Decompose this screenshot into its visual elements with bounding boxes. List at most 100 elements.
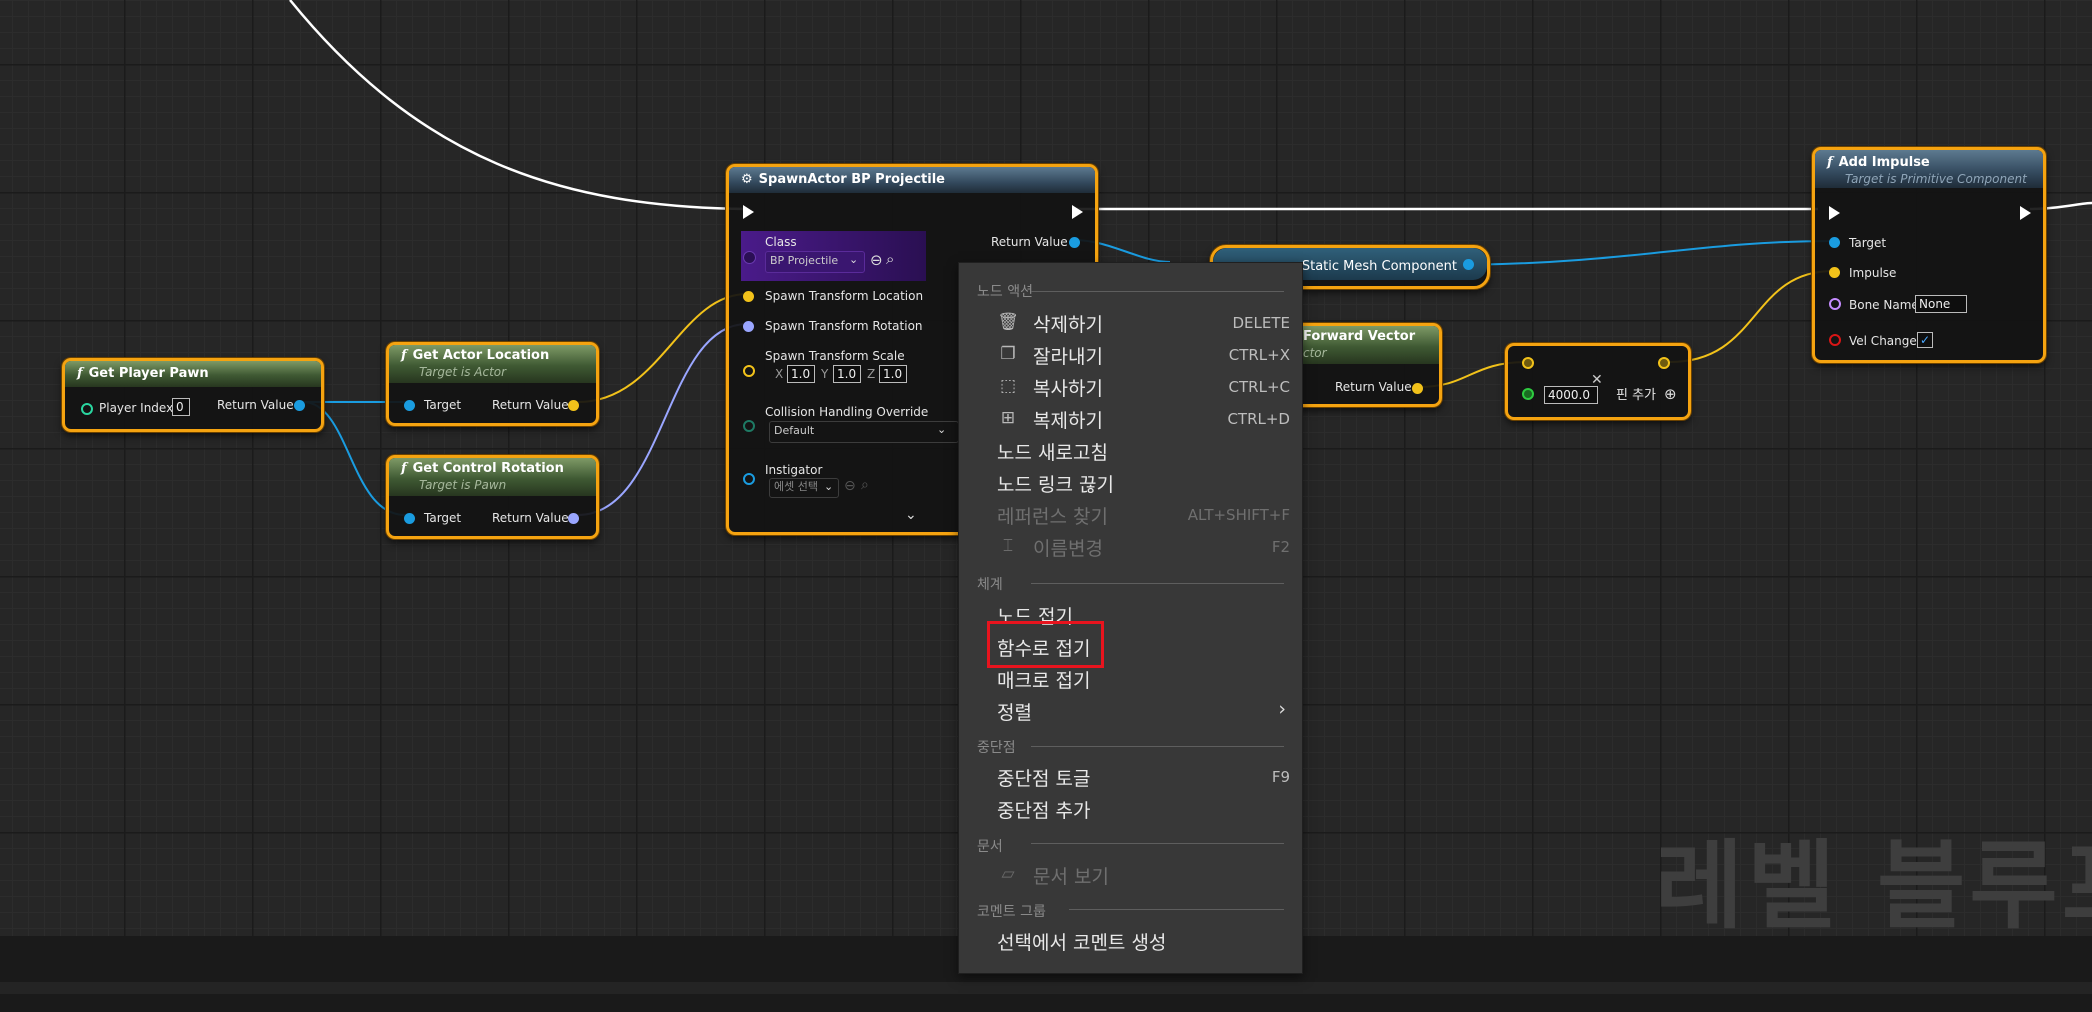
player-index-input[interactable]: 0 [172, 398, 190, 416]
multiply-output-pin[interactable] [1658, 357, 1670, 369]
node-title: Add Impulse [1838, 155, 1930, 170]
add-pin-label[interactable]: 핀 추가 [1616, 389, 1656, 403]
return-value-label: Return Value [217, 398, 294, 412]
section-node-actions: 노드 액션 [977, 284, 1033, 300]
bone-name-label: Bone Name [1849, 298, 1919, 312]
wire-location-to-spawn [577, 293, 748, 403]
node-subtitle: ctor [1303, 346, 1327, 360]
impulse-label: Impulse [1849, 266, 1897, 280]
return-value-label: Return Value [1335, 380, 1412, 394]
menu-item-copy[interactable]: ⬚ 복사하기 CTRL+C [997, 372, 1290, 400]
menu-item-break-links[interactable]: 노드 링크 끊기 [997, 468, 1290, 496]
instigator-label: Instigator [765, 463, 823, 477]
return-value-pin[interactable] [294, 400, 305, 411]
return-value-pin[interactable] [1069, 237, 1080, 248]
spawn-scale-label: Spawn Transform Scale [765, 349, 905, 363]
target-pin[interactable] [1829, 237, 1840, 248]
target-label: Target [1849, 236, 1887, 250]
scale-x-input[interactable]: 1.0 [787, 365, 815, 383]
function-icon: f [77, 366, 83, 381]
spawn-location-pin[interactable] [743, 291, 754, 302]
bone-name-input[interactable]: None [1915, 295, 1967, 313]
target-label: Target [424, 398, 462, 412]
return-value-pin[interactable] [1412, 383, 1423, 394]
level-blueprint-watermark: 레벨 블루프 [1655, 830, 2092, 942]
menu-item-refresh-nodes[interactable]: 노드 새로고침 [997, 436, 1290, 464]
copy-icon: ⬚ [999, 376, 1017, 396]
node-title: Get Control Rotation [412, 461, 564, 476]
menu-item-view-documentation[interactable]: ▱ 문서 보기 [997, 860, 1290, 888]
browse-back-icon[interactable]: ⊖ [870, 251, 883, 269]
target-pin[interactable] [404, 513, 415, 524]
vel-change-label: Vel Change [1849, 334, 1917, 348]
target-pin[interactable] [404, 400, 415, 411]
exec-in-pin[interactable] [743, 205, 754, 219]
menu-item-delete[interactable]: 🗑 삭제하기 DELETE [997, 308, 1290, 336]
rename-icon: ⌶ [1002, 536, 1014, 556]
menu-item-toggle-breakpoint[interactable]: 중단점 토글 F9 [997, 762, 1290, 790]
vel-change-pin[interactable] [1829, 334, 1841, 346]
multiply-input-b-pin[interactable] [1522, 388, 1534, 400]
collision-pin[interactable] [743, 420, 755, 432]
exec-wire-in [289, 0, 748, 211]
bone-name-pin[interactable] [1829, 298, 1841, 310]
player-index-label: Player Index [99, 401, 174, 415]
add-pin-icon[interactable]: ⊕ [1664, 385, 1677, 403]
scale-y-label: Y [821, 367, 829, 381]
exec-out-pin[interactable] [1072, 205, 1083, 219]
menu-item-create-comment[interactable]: 선택에서 코멘트 생성 [997, 926, 1290, 954]
section-comment-group: 코멘트 그룹 [977, 904, 1046, 920]
return-value-label: Return Value [492, 511, 569, 525]
trash-icon: 🗑 [997, 312, 1019, 332]
spawn-scale-pin[interactable] [743, 365, 755, 377]
scale-x-label: X [775, 367, 784, 381]
node-subtitle: Target is Primitive Component [1845, 172, 2027, 186]
menu-item-find-references[interactable]: 레퍼런스 찾기 ALT+SHIFT+F [997, 500, 1290, 528]
get-actor-location-node[interactable]: f Get Actor Location Target is Actor Targ… [386, 342, 599, 426]
get-player-pawn-node[interactable]: f Get Player Pawn Player Index 0 Return V… [62, 358, 324, 432]
menu-item-alignment[interactable]: 정렬 › [997, 696, 1290, 724]
scale-y-input[interactable]: 1.0 [833, 365, 861, 383]
browse-back-icon[interactable]: ⊖ [844, 478, 856, 494]
menu-item-collapse-to-macro[interactable]: 매크로 접기 [997, 664, 1290, 692]
section-breakpoints: 중단점 [977, 740, 1016, 756]
spawn-rotation-pin[interactable] [743, 321, 754, 332]
duplicate-icon: ⊞ [1000, 408, 1016, 428]
exec-in-pin[interactable] [1829, 206, 1840, 220]
menu-item-add-breakpoint[interactable]: 중단점 추가 [997, 794, 1290, 822]
collision-dropdown[interactable]: Default [769, 421, 959, 443]
menu-item-duplicate[interactable]: ⊞ 복제하기 CTRL+D [997, 404, 1290, 432]
player-index-pin[interactable] [81, 403, 93, 415]
multiply-input-a-pin[interactable] [1522, 357, 1534, 369]
exec-out-pin[interactable] [2020, 206, 2031, 220]
node-title: SpawnActor BP Projectile [758, 172, 945, 187]
return-value-pin[interactable] [568, 400, 579, 411]
menu-item-rename[interactable]: ⌶ 이름변경 F2 [997, 532, 1290, 560]
search-icon[interactable]: ⌕ [886, 250, 894, 268]
add-impulse-node[interactable]: f Add Impulse Target is Primitive Compone… [1812, 147, 2046, 363]
spawn-icon: ⚙ [741, 172, 753, 187]
vel-change-checkbox[interactable]: ✓ [1917, 332, 1933, 348]
node-title: Static Mesh Component [1301, 259, 1457, 274]
multiply-value-input[interactable]: 4000.0 [1544, 386, 1598, 404]
scale-z-label: Z [867, 367, 876, 381]
cut-icon: ❐ [1000, 344, 1016, 364]
wire-mesh-to-target [1466, 240, 1834, 266]
collision-label: Collision Handling Override [765, 405, 929, 419]
return-value-label: Return Value [492, 398, 569, 412]
document-icon: ▱ [1001, 864, 1015, 884]
return-value-pin[interactable] [568, 513, 579, 524]
get-control-rotation-node[interactable]: f Get Control Rotation Target is Pawn Tar… [386, 455, 599, 539]
search-icon[interactable]: ⌕ [861, 477, 869, 493]
multiply-node[interactable]: ✕ 4000.0 핀 추가 ⊕ [1505, 343, 1691, 420]
impulse-pin[interactable] [1829, 267, 1840, 278]
section-organization: 체계 [977, 577, 1003, 593]
menu-item-cut[interactable]: ❐ 잘라내기 CTRL+X [997, 340, 1290, 368]
node-subtitle: Target is Actor [419, 365, 507, 379]
expand-chevron-icon[interactable]: ⌄ [905, 507, 917, 523]
instigator-pin[interactable] [743, 473, 755, 485]
static-mesh-out-pin[interactable] [1463, 259, 1474, 270]
spawn-rotation-label: Spawn Transform Rotation [765, 319, 923, 333]
class-pin[interactable] [743, 251, 756, 264]
scale-z-input[interactable]: 1.0 [879, 365, 907, 383]
